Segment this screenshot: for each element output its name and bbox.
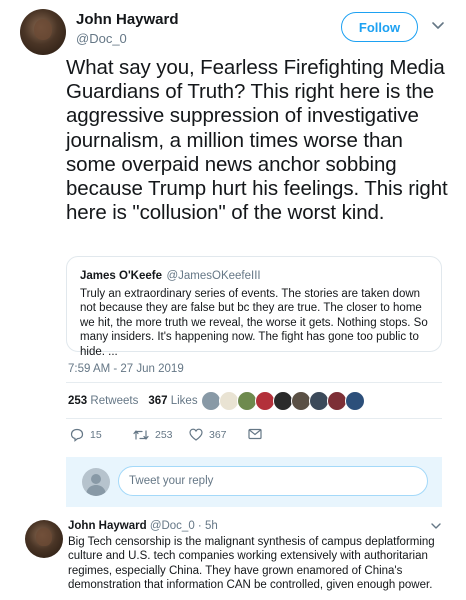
reply-text: Big Tech censorship is the malignant syn…	[68, 536, 435, 592]
heart-icon	[189, 428, 203, 441]
reply-composer: Tweet your reply	[66, 457, 442, 507]
reply-input[interactable]: Tweet your reply	[118, 466, 428, 496]
retweets-label: Retweets	[90, 395, 139, 407]
quoted-author-name: James O'Keefe	[80, 270, 163, 282]
retweet-count: 253	[155, 429, 173, 441]
reply-header: John Hayward @Doc_0 · 5h	[68, 520, 218, 532]
author-handle[interactable]: @Doc_0	[76, 31, 127, 46]
liker-avatar[interactable]	[309, 391, 329, 411]
chevron-down-icon[interactable]	[430, 520, 442, 532]
follow-button[interactable]: Follow	[341, 12, 418, 42]
liker-avatar[interactable]	[219, 391, 239, 411]
tweet-actions: 15 253 367	[70, 428, 310, 446]
chevron-down-icon[interactable]	[430, 17, 446, 33]
envelope-icon	[248, 428, 262, 440]
tweet-text: What say you, Fearless Firefighting Medi…	[66, 56, 448, 225]
retweets-stat[interactable]: 253 Retweets	[68, 395, 138, 407]
likes-count: 367	[148, 395, 168, 407]
reply-icon	[70, 428, 84, 442]
quoted-header: James O'Keefe @JamesOKeefeIII	[80, 266, 428, 284]
quoted-text: Truly an extraordinary series of events.…	[80, 288, 428, 358]
tweet-timestamp[interactable]: 7:59 AM - 27 Jun 2019	[68, 363, 184, 375]
retweet-action[interactable]: 253	[133, 428, 173, 442]
dm-action[interactable]	[248, 428, 262, 440]
retweets-count: 253	[68, 395, 88, 407]
quoted-author-handle: @JamesOKeefeIII	[166, 270, 261, 282]
reply-count: 15	[90, 429, 102, 441]
reply-author-name[interactable]: John Hayward	[68, 520, 147, 532]
liker-avatar[interactable]	[291, 391, 311, 411]
liker-avatar[interactable]	[201, 391, 221, 411]
liker-avatar[interactable]	[273, 391, 293, 411]
likes-stat[interactable]: 367 Likes	[148, 395, 197, 407]
retweet-icon	[133, 430, 149, 440]
author-name[interactable]: John Hayward	[76, 11, 179, 28]
reply-author-avatar[interactable]	[25, 520, 63, 558]
reply-handle-time[interactable]: @Doc_0 · 5h	[150, 520, 218, 532]
likes-label: Likes	[170, 395, 198, 407]
divider	[66, 382, 442, 383]
liker-avatars[interactable]	[201, 391, 365, 411]
author-avatar[interactable]	[20, 9, 66, 55]
liker-avatar[interactable]	[237, 391, 257, 411]
engagement-stats: 253 Retweets 367 Likes	[68, 395, 198, 407]
default-avatar-icon	[86, 474, 106, 496]
like-action[interactable]: 367	[189, 428, 227, 441]
user-avatar	[82, 468, 110, 496]
liker-avatar[interactable]	[345, 391, 365, 411]
reply-action[interactable]: 15	[70, 428, 102, 442]
liker-avatar[interactable]	[255, 391, 275, 411]
liker-avatar[interactable]	[327, 391, 347, 411]
like-count: 367	[209, 428, 227, 441]
quoted-tweet[interactable]: James O'Keefe @JamesOKeefeIII Truly an e…	[66, 256, 442, 358]
divider	[66, 418, 442, 419]
